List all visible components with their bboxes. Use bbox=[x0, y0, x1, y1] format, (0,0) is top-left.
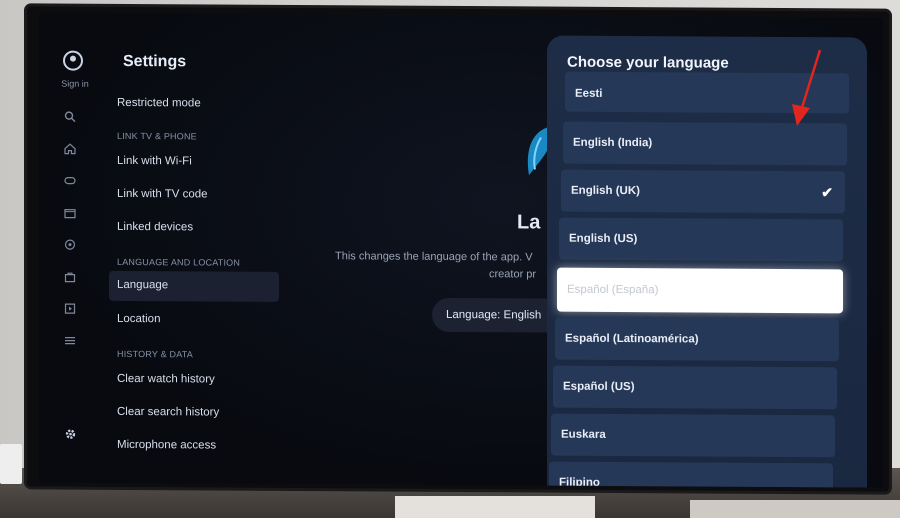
menu-header-link-tv-phone: LINK TV & PHONE bbox=[117, 130, 197, 142]
settings-menu: Restricted mode LINK TV & PHONE Link wit… bbox=[109, 93, 289, 452]
icon-rail: Sign in bbox=[39, 12, 105, 482]
language-option-label: English (US) bbox=[569, 232, 638, 246]
language-option-label: Eesti bbox=[575, 87, 603, 100]
language-option-label: English (India) bbox=[573, 136, 653, 150]
language-option-label: Filipino bbox=[559, 476, 600, 488]
shelf-object bbox=[690, 500, 900, 518]
menu-item-location[interactable]: Location bbox=[117, 313, 160, 325]
language-option-label: Euskara bbox=[561, 428, 606, 441]
music-icon[interactable] bbox=[63, 239, 77, 253]
menu-item-link-tv-code[interactable]: Link with TV code bbox=[117, 188, 208, 201]
menu-icon[interactable] bbox=[63, 335, 77, 349]
settings-title: Settings bbox=[123, 52, 187, 71]
settings-icon[interactable] bbox=[63, 428, 77, 442]
library-icon[interactable] bbox=[63, 303, 77, 317]
annotation-arrow-icon bbox=[792, 49, 822, 126]
shelf-object bbox=[395, 496, 595, 518]
shopping-icon[interactable] bbox=[63, 271, 77, 285]
movies-icon[interactable] bbox=[63, 207, 77, 221]
description-line-1: This changes the language of the app. V bbox=[335, 250, 533, 264]
menu-item-linked-devices[interactable]: Linked devices bbox=[117, 221, 193, 233]
checkmark-icon: ✔ bbox=[821, 184, 833, 201]
menu-item-restricted-mode[interactable]: Restricted mode bbox=[117, 97, 201, 110]
menu-item-language[interactable]: Language bbox=[117, 279, 168, 291]
language-option-filipino[interactable]: Filipino bbox=[549, 461, 833, 488]
page-title: La bbox=[517, 211, 541, 234]
language-option-espanol-us[interactable]: Español (US) bbox=[553, 365, 837, 410]
language-option-english-uk[interactable]: English (UK) ✔ bbox=[561, 169, 845, 214]
language-option-label: Español (España) bbox=[567, 283, 659, 297]
page-description: This changes the language of the app. V … bbox=[335, 248, 575, 283]
search-icon[interactable] bbox=[63, 111, 77, 125]
menu-item-clear-watch-history[interactable]: Clear watch history bbox=[117, 373, 215, 386]
language-option-label: English (UK) bbox=[571, 184, 640, 198]
menu-item-link-wifi[interactable]: Link with Wi-Fi bbox=[117, 155, 192, 167]
menu-item-microphone-access[interactable]: Microphone access bbox=[117, 439, 216, 452]
home-icon[interactable] bbox=[63, 143, 77, 157]
tv-screen: Sign in Settings Restricted mode LINK TV… bbox=[39, 12, 883, 488]
menu-item-clear-search-history[interactable]: Clear search history bbox=[117, 406, 219, 419]
language-option-label: Español (US) bbox=[563, 380, 635, 394]
description-line-2: creator pr bbox=[489, 268, 537, 281]
gaming-icon[interactable] bbox=[63, 175, 77, 189]
language-option-espanol-espana[interactable]: Español (España) bbox=[557, 267, 843, 314]
shelf-object bbox=[0, 444, 22, 484]
language-option-espanol-latam[interactable]: Español (Latinoamérica) bbox=[555, 317, 839, 362]
language-option-label: Español (Latinoamérica) bbox=[565, 332, 699, 346]
sign-in-label[interactable]: Sign in bbox=[53, 79, 97, 89]
menu-header-history-data: HISTORY & DATA bbox=[117, 348, 193, 360]
account-avatar-icon[interactable] bbox=[63, 50, 83, 71]
menu-header-language-location: LANGUAGE AND LOCATION bbox=[117, 256, 241, 268]
tv-bezel: Sign in Settings Restricted mode LINK TV… bbox=[27, 6, 889, 492]
panel-title: Choose your language bbox=[567, 53, 729, 72]
language-option-euskara[interactable]: Euskara bbox=[551, 413, 835, 458]
language-option-english-us[interactable]: English (US) bbox=[559, 217, 843, 262]
